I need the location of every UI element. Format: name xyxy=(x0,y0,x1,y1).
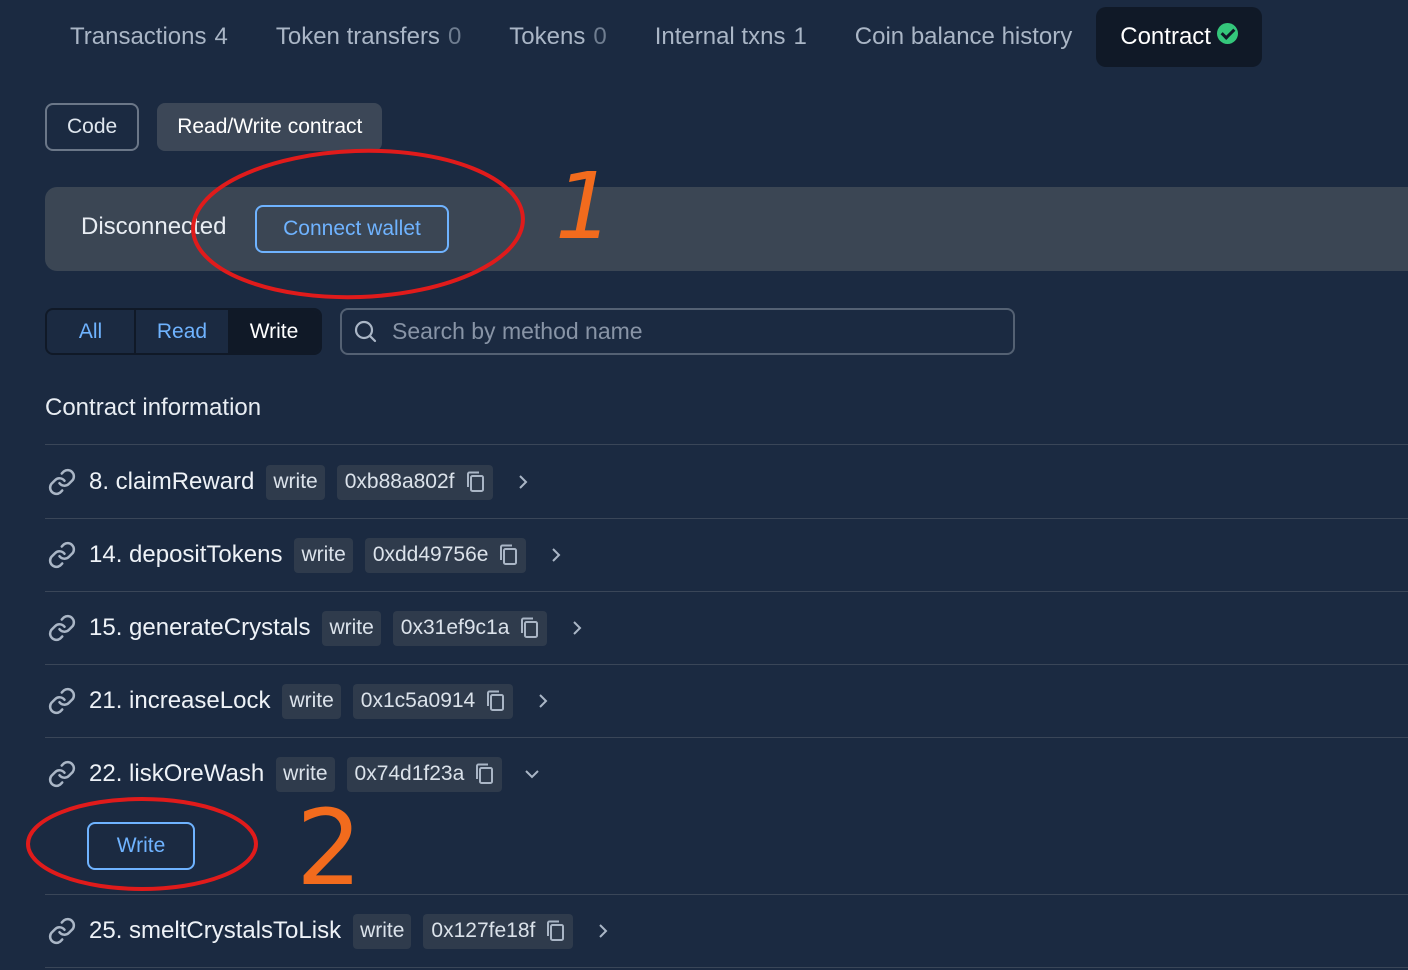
connect-wallet-button[interactable]: Connect wallet xyxy=(255,205,449,253)
method-row-generate-crystals[interactable]: 15. generateCrystals write 0x31ef9c1a xyxy=(45,608,587,648)
selector-value: 0xdd49756e xyxy=(372,543,489,566)
selector-value: 0xb88a802f xyxy=(344,470,455,493)
link-icon[interactable] xyxy=(47,916,77,946)
method-type-filter: All Read Write xyxy=(45,308,322,355)
copy-icon[interactable] xyxy=(465,471,485,493)
divider xyxy=(45,894,1408,895)
filter-read-button[interactable]: Read xyxy=(136,310,228,353)
tab-coin-balance-history[interactable]: Coin balance history xyxy=(831,7,1096,67)
tab-label: Internal txns xyxy=(654,23,786,50)
filter-write-button[interactable]: Write xyxy=(228,310,320,353)
chevron-right-icon[interactable] xyxy=(533,691,553,711)
method-selector: 0xdd49756e xyxy=(364,537,527,573)
link-icon[interactable] xyxy=(47,613,77,643)
search-input[interactable] xyxy=(388,310,1013,353)
connection-status: Disconnected xyxy=(81,213,227,240)
divider xyxy=(45,967,1408,968)
divider xyxy=(45,664,1408,665)
tab-token-transfers[interactable]: Token transfers 0 xyxy=(252,7,485,67)
tab-count: 4 xyxy=(214,23,228,50)
selector-value: 0x1c5a0914 xyxy=(360,689,476,712)
link-icon[interactable] xyxy=(47,540,77,570)
method-type-badge: write xyxy=(276,756,335,792)
tab-label: Contract xyxy=(1120,23,1211,50)
method-selector: 0x127fe18f xyxy=(423,913,574,949)
selector-value: 0x31ef9c1a xyxy=(400,616,510,639)
chevron-right-icon[interactable] xyxy=(567,618,587,638)
copy-icon[interactable] xyxy=(474,763,494,785)
method-selector: 0x74d1f23a xyxy=(346,756,503,792)
method-type-badge: write xyxy=(353,913,412,949)
code-tab-button[interactable]: Code xyxy=(45,103,140,151)
copy-icon[interactable] xyxy=(498,544,518,566)
link-icon[interactable] xyxy=(47,686,77,716)
chevron-right-icon[interactable] xyxy=(513,472,533,492)
method-row-deposit-tokens[interactable]: 14. depositTokens write 0xdd49756e xyxy=(45,535,566,575)
selector-value: 0x127fe18f xyxy=(431,919,536,942)
method-name: 15. generateCrystals xyxy=(89,614,311,641)
tab-label: Tokens xyxy=(509,23,586,50)
method-name: 25. smeltCrystalsToLisk xyxy=(89,917,342,944)
check-circle-icon xyxy=(1216,22,1238,44)
method-row-lisk-ore-wash[interactable]: 22. liskOreWash write 0x74d1f23a xyxy=(45,754,542,794)
copy-icon[interactable] xyxy=(485,690,505,712)
tab-count: 1 xyxy=(793,23,807,50)
tab-tokens[interactable]: Tokens 0 xyxy=(485,7,630,67)
contract-subtabs: Code Read/Write contract xyxy=(45,103,383,151)
chevron-right-icon[interactable] xyxy=(593,921,613,941)
method-selector: 0xb88a802f xyxy=(336,464,493,500)
wallet-connection-bar: Disconnected Connect wallet xyxy=(45,187,1408,271)
method-row-smelt-crystals-to-lisk[interactable]: 25. smeltCrystalsToLisk write 0x127fe18f xyxy=(45,911,613,951)
divider xyxy=(45,737,1408,738)
tab-label: Transactions xyxy=(70,23,207,50)
section-title: Contract information xyxy=(45,394,262,421)
write-button[interactable]: Write xyxy=(87,822,195,870)
method-name: 21. increaseLock xyxy=(89,687,271,714)
method-name: 22. liskOreWash xyxy=(89,760,265,787)
method-row-claim-reward[interactable]: 8. claimReward write 0xb88a802f xyxy=(45,462,533,502)
link-icon[interactable] xyxy=(47,467,77,497)
method-type-badge: write xyxy=(282,683,341,719)
chevron-right-icon[interactable] xyxy=(546,545,566,565)
annotation-number-two: 2 xyxy=(296,787,362,909)
tab-internal-txns[interactable]: Internal txns 1 xyxy=(631,7,831,67)
tab-contract[interactable]: Contract xyxy=(1096,7,1262,67)
tab-label: Token transfers xyxy=(275,23,440,50)
link-icon[interactable] xyxy=(47,759,77,789)
divider xyxy=(45,591,1408,592)
method-type-badge: write xyxy=(266,464,325,500)
tab-count: 0 xyxy=(447,23,462,50)
divider xyxy=(45,444,1408,445)
contract-tabs: Transactions 4 Token transfers 0 Tokens … xyxy=(46,7,1262,67)
method-name: 8. claimReward xyxy=(89,468,255,495)
tab-label: Coin balance history xyxy=(854,23,1073,50)
copy-icon[interactable] xyxy=(519,617,539,639)
tab-count: 0 xyxy=(593,23,607,50)
filter-all-button[interactable]: All xyxy=(47,310,136,353)
search-icon xyxy=(342,310,388,353)
method-selector: 0x1c5a0914 xyxy=(352,683,514,719)
divider xyxy=(45,518,1408,519)
method-type-badge: write xyxy=(294,537,353,573)
chevron-down-icon[interactable] xyxy=(522,764,542,784)
method-name: 14. depositTokens xyxy=(89,541,283,568)
method-search-box xyxy=(340,308,1015,355)
tab-transactions[interactable]: Transactions 4 xyxy=(46,7,252,67)
selector-value: 0x74d1f23a xyxy=(354,762,465,785)
method-row-increase-lock[interactable]: 21. increaseLock write 0x1c5a0914 xyxy=(45,681,553,721)
method-type-badge: write xyxy=(322,610,381,646)
copy-icon[interactable] xyxy=(545,920,565,942)
method-selector: 0x31ef9c1a xyxy=(392,610,548,646)
read-write-contract-tab-button[interactable]: Read/Write contract xyxy=(157,103,383,151)
